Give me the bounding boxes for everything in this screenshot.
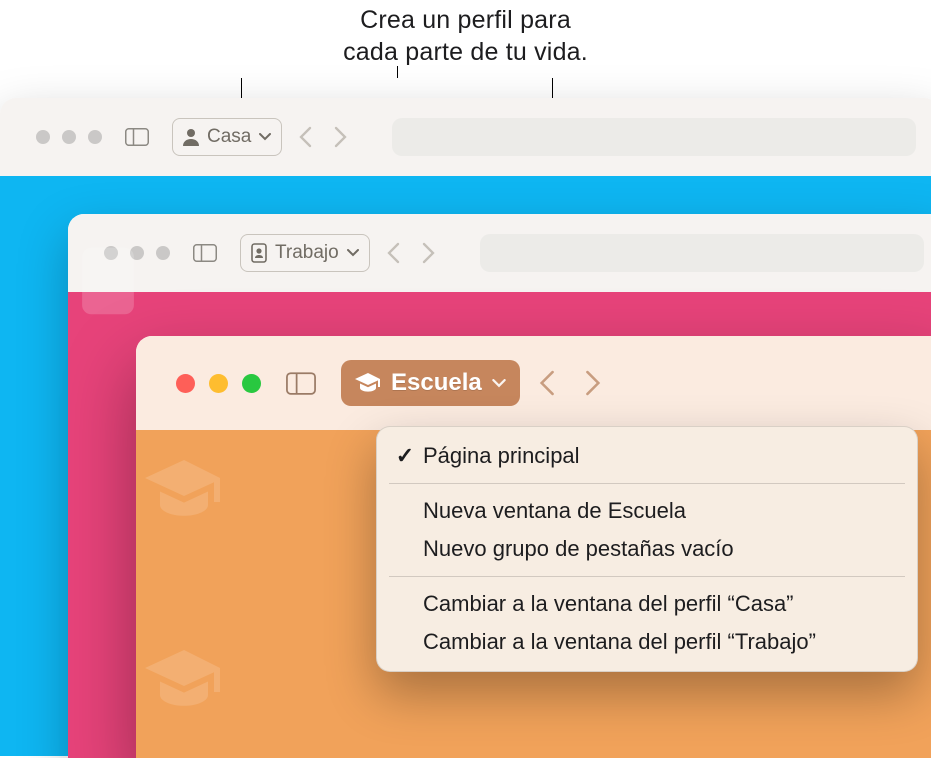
profile-selector-escuela[interactable]: Escuela: [341, 360, 520, 406]
menu-item-switch-trabajo[interactable]: Cambiar a la ventana del perfil “Trabajo…: [377, 623, 917, 661]
sidebar-icon: [125, 128, 149, 146]
zoom-button[interactable]: [156, 246, 170, 260]
sidebar-icon: [193, 244, 217, 262]
sidebar-icon: [286, 372, 316, 395]
forward-button[interactable]: [334, 126, 348, 148]
callout-text: Crea un perfil para cada parte de tu vid…: [0, 4, 931, 68]
traffic-lights: [176, 374, 261, 393]
profile-label: Trabajo: [275, 242, 339, 264]
chevron-down-icon: [347, 249, 359, 257]
close-button[interactable]: [36, 130, 50, 144]
menu-item-label: Nuevo grupo de pestañas vacío: [423, 536, 734, 562]
menu-item-label: Cambiar a la ventana del perfil “Casa”: [423, 591, 794, 617]
profile-menu: ✓ Página principal Nueva ventana de Escu…: [376, 426, 918, 672]
gradcap-icon: [144, 460, 224, 520]
traffic-lights: [36, 130, 102, 144]
sidebar-toggle[interactable]: [186, 238, 224, 268]
profile-label: Casa: [207, 126, 251, 148]
url-field[interactable]: [392, 118, 916, 156]
person-icon: [183, 128, 199, 146]
profile-selector-casa[interactable]: Casa: [172, 118, 282, 156]
back-button[interactable]: [298, 126, 312, 148]
titlebar-trabajo: Trabajo: [68, 214, 931, 292]
zoom-button[interactable]: [88, 130, 102, 144]
titlebar-escuela: Escuela: [136, 336, 931, 430]
badge-icon: [251, 243, 267, 263]
check-icon: ✓: [395, 443, 415, 469]
badge-icon: [78, 244, 138, 318]
url-field[interactable]: [480, 234, 924, 272]
forward-button[interactable]: [585, 369, 602, 397]
menu-separator: [389, 576, 905, 577]
close-button[interactable]: [176, 374, 195, 393]
menu-item-new-window[interactable]: Nueva ventana de Escuela: [377, 492, 917, 530]
menu-item-main-page[interactable]: ✓ Página principal: [377, 437, 917, 475]
minimize-button[interactable]: [209, 374, 228, 393]
gradcap-icon: [144, 650, 224, 710]
menu-item-label: Cambiar a la ventana del perfil “Trabajo…: [423, 629, 816, 655]
menu-item-switch-casa[interactable]: Cambiar a la ventana del perfil “Casa”: [377, 585, 917, 623]
profile-selector-trabajo[interactable]: Trabajo: [240, 234, 370, 272]
menu-item-label: Nueva ventana de Escuela: [423, 498, 686, 524]
titlebar-casa: Casa: [0, 98, 931, 176]
chevron-down-icon: [259, 133, 271, 141]
sidebar-toggle[interactable]: [118, 122, 156, 152]
back-button[interactable]: [386, 242, 400, 264]
window-escuela: Escuela: [136, 336, 931, 758]
forward-button[interactable]: [422, 242, 436, 264]
minimize-button[interactable]: [62, 130, 76, 144]
back-button[interactable]: [538, 369, 555, 397]
callout-line-1: Crea un perfil para: [360, 6, 571, 34]
menu-separator: [389, 483, 905, 484]
profile-label: Escuela: [391, 369, 482, 397]
sidebar-toggle[interactable]: [279, 364, 323, 402]
chevron-down-icon: [492, 379, 506, 388]
menu-item-label: Página principal: [423, 443, 580, 469]
menu-item-new-tabgroup[interactable]: Nuevo grupo de pestañas vacío: [377, 530, 917, 568]
zoom-button[interactable]: [242, 374, 261, 393]
callout-line-2: cada parte de tu vida.: [343, 38, 588, 66]
gradcap-icon: [355, 373, 381, 393]
